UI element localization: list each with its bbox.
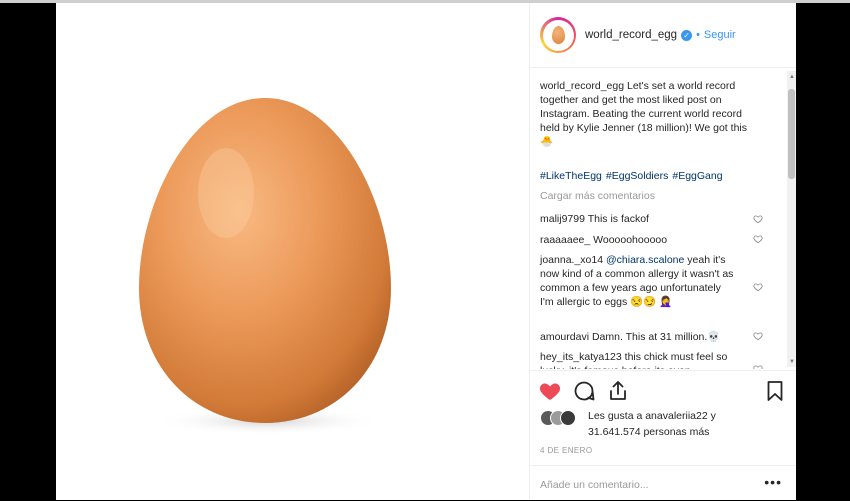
comment-username[interactable]: hey_its_katya123 xyxy=(540,351,622,363)
likes-line-1: Les gusta a anavaleriia22 y xyxy=(588,410,716,422)
post-header: world_record_egg ✓ • Seguir xyxy=(530,3,796,68)
heart-filled-icon[interactable] xyxy=(538,379,562,403)
comment-text: Damn. This at 31 million.💀 xyxy=(591,331,721,343)
comment-like-heart-icon[interactable] xyxy=(753,331,763,341)
likes-line-2: 31.641.574 personas más xyxy=(588,426,710,438)
likes-text[interactable]: Les gusta a anavaleriia22 y 31.641.574 p… xyxy=(588,408,788,440)
add-comment-input[interactable]: Añade un comentario... xyxy=(540,479,649,491)
caption-username[interactable]: world_record_egg xyxy=(540,80,624,92)
comment-username[interactable]: joanna._xo14 xyxy=(540,254,603,266)
comment-username[interactable]: raaaaaee_ xyxy=(540,234,590,246)
scrollbar-thumb[interactable] xyxy=(788,89,795,179)
egg-image xyxy=(139,98,391,435)
scroll-up-icon[interactable]: ▲ xyxy=(789,74,795,80)
post-username[interactable]: world_record_egg xyxy=(585,29,677,41)
bookmark-icon[interactable] xyxy=(763,379,787,403)
comment-like-heart-icon[interactable] xyxy=(753,234,763,244)
comment-like-heart-icon[interactable] xyxy=(753,214,763,224)
scroll-down-icon[interactable]: ▼ xyxy=(789,359,795,365)
post-photo[interactable] xyxy=(56,3,529,500)
hashtag-link[interactable]: #EggSoldiers xyxy=(606,170,668,182)
comment-item: malij9799 This is fackof xyxy=(540,212,755,226)
comments-scrollbar[interactable]: ▲ ▼ xyxy=(787,71,796,367)
comment-item: joanna._xo14 @chiara.scalone yeah it's n… xyxy=(540,253,735,309)
post-caption: world_record_egg Let's set a world recor… xyxy=(540,79,762,149)
add-comment-bar: Añade un comentario... ••• xyxy=(530,465,796,501)
hashtag-link[interactable]: #LikeTheEgg xyxy=(540,170,602,182)
comment-mention[interactable]: @chiara.scalone xyxy=(606,254,684,266)
post-sidebar: world_record_egg ✓ • Seguir world_record… xyxy=(529,3,796,500)
share-icon[interactable] xyxy=(606,379,630,403)
comment-like-heart-icon[interactable] xyxy=(753,282,763,292)
comment-item: amourdavi Damn. This at 31 million.💀 xyxy=(540,330,755,344)
comment-like-heart-icon[interactable] xyxy=(753,364,763,369)
avatar[interactable] xyxy=(540,17,576,53)
comment-username[interactable]: amourdavi xyxy=(540,331,589,343)
liker-avatar[interactable] xyxy=(560,410,576,426)
hashtags: #LikeTheEgg #EggSoldiers #EggGang xyxy=(540,170,727,182)
egg-avatar-icon xyxy=(551,26,565,44)
comment-item: hey_its_katya123 this chick must feel so… xyxy=(540,350,740,369)
comment-text: This is fackof xyxy=(587,213,649,225)
comment-text: Wooooohooooo xyxy=(593,234,668,246)
action-bar xyxy=(530,370,796,409)
post-modal: world_record_egg ✓ • Seguir world_record… xyxy=(56,3,796,500)
comment-username[interactable]: malij9799 xyxy=(540,213,585,225)
comment-bubble-icon[interactable] xyxy=(572,379,596,403)
verified-badge-icon: ✓ xyxy=(681,29,693,41)
load-more-comments-button[interactable]: Cargar más comentarios xyxy=(540,190,655,202)
hashtag-link[interactable]: #EggGang xyxy=(672,170,722,182)
more-options-icon[interactable]: ••• xyxy=(764,474,782,490)
post-date: 4 DE ENERO xyxy=(540,446,593,455)
follow-button[interactable]: Seguir xyxy=(704,29,736,41)
comments-pane[interactable]: world_record_egg Let's set a world recor… xyxy=(530,67,796,369)
comment-item: raaaaaee_ Wooooohooooo xyxy=(540,233,755,247)
likes-summary: Les gusta a anavaleriia22 y 31.641.574 p… xyxy=(540,408,790,438)
follow-separator: • xyxy=(696,29,700,41)
